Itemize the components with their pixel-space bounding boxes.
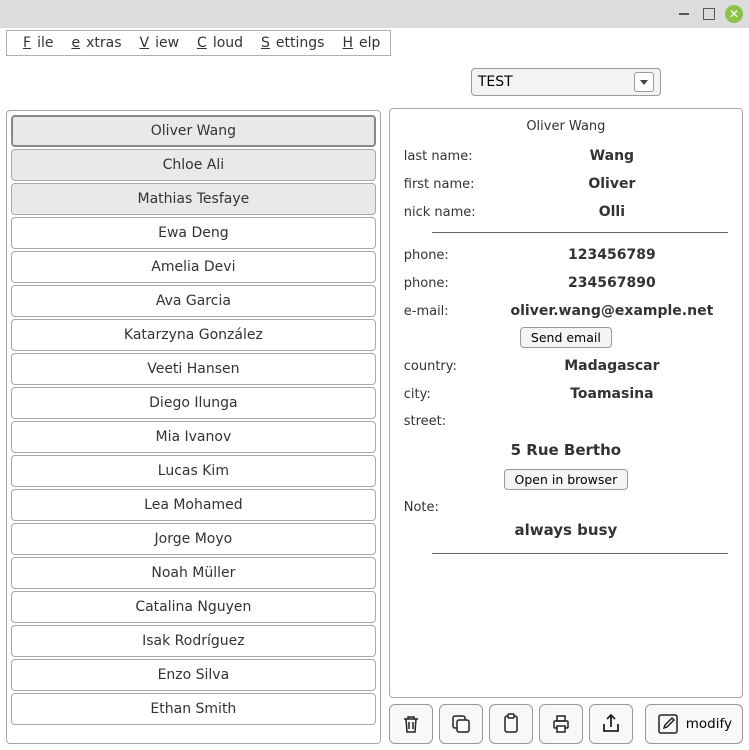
label-first-name: first name: [404,177,496,192]
open-browser-button[interactable]: Open in browser [504,469,629,490]
value-street: 5 Rue Bertho [404,441,728,459]
label-email: e-mail: [404,304,496,319]
printer-icon [549,712,573,736]
value-country: Madagascar [496,358,728,374]
chevron-down-icon [634,72,654,92]
value-nick-name: Olli [496,204,728,220]
list-item[interactable]: Isak Rodríguez [11,625,376,657]
titlebar: ✕ [0,0,749,28]
label-nick-name: nick name: [404,205,496,220]
menu-settings[interactable]: Settings [249,33,330,53]
list-item[interactable]: Amelia Devi [11,251,376,283]
value-city: Toamasina [496,386,728,402]
list-item[interactable]: Jorge Moyo [11,523,376,555]
label-street: street: [404,414,496,429]
clipboard-icon [499,712,523,736]
value-phone2: 234567890 [496,275,728,291]
menu-cloud[interactable]: Cloud [185,33,249,53]
copy-button[interactable] [439,704,483,744]
menu-file[interactable]: File [11,33,59,53]
right-column: TEST Oliver Wang last name:Wang first na… [389,68,743,744]
list-item[interactable]: Ethan Smith [11,693,376,725]
details-title: Oliver Wang [404,119,728,134]
close-button[interactable]: ✕ [725,5,743,23]
value-email: oliver.wang@example.net [496,303,728,319]
label-phone1: phone: [404,248,496,263]
minimize-button[interactable] [675,5,693,23]
group-select-row: TEST [389,68,743,96]
list-item[interactable]: Chloe Ali [11,149,376,181]
maximize-button[interactable] [703,8,715,20]
print-button[interactable] [539,704,583,744]
group-select[interactable]: TEST [471,68,661,96]
send-email-button[interactable]: Send email [520,327,612,348]
value-last-name: Wang [496,148,728,164]
divider [432,232,728,233]
value-note: always busy [404,521,728,539]
list-item[interactable]: Ava Garcia [11,285,376,317]
left-column: Oliver WangChloe AliMathias TesfayeEwa D… [6,68,381,744]
label-city: city: [404,387,496,402]
label-phone2: phone: [404,276,496,291]
pencil-icon [656,712,680,736]
divider-bottom [432,553,728,554]
menu-view[interactable]: View [128,33,186,53]
value-first-name: Oliver [496,176,728,192]
list-item[interactable]: Catalina Nguyen [11,591,376,623]
share-icon [599,712,623,736]
paste-button[interactable] [489,704,533,744]
trash-icon [399,712,423,736]
list-item[interactable]: Mia Ivanov [11,421,376,453]
list-item[interactable]: Diego Ilunga [11,387,376,419]
modify-label: modify [686,716,732,732]
app-window: ✕ File extras View Cloud Settings Help O… [0,0,749,750]
delete-button[interactable] [389,704,433,744]
group-select-value: TEST [478,74,513,90]
list-item[interactable]: Enzo Silva [11,659,376,691]
modify-button[interactable]: modify [645,704,743,744]
label-last-name: last name: [404,149,496,164]
contact-list[interactable]: Oliver WangChloe AliMathias TesfayeEwa D… [6,110,381,744]
value-phone1: 123456789 [496,247,728,263]
list-item[interactable]: Katarzyna González [11,319,376,351]
list-item[interactable]: Lucas Kim [11,455,376,487]
list-item[interactable]: Veeti Hansen [11,353,376,385]
contact-details: Oliver Wang last name:Wang first name:Ol… [389,108,743,698]
list-item[interactable]: Mathias Tesfaye [11,183,376,215]
label-note: Note: [404,500,496,515]
list-item[interactable]: Oliver Wang [11,115,376,147]
content-area: Oliver WangChloe AliMathias TesfayeEwa D… [0,62,749,750]
toolbar: modify [389,704,743,744]
menubar: File extras View Cloud Settings Help [6,30,391,56]
list-item[interactable]: Lea Mohamed [11,489,376,521]
list-item[interactable]: Noah Müller [11,557,376,589]
share-button[interactable] [589,704,633,744]
label-country: country: [404,359,496,374]
copy-icon [449,712,473,736]
menu-help[interactable]: Help [330,33,386,53]
list-item[interactable]: Ewa Deng [11,217,376,249]
menu-extras[interactable]: extras [59,33,127,53]
